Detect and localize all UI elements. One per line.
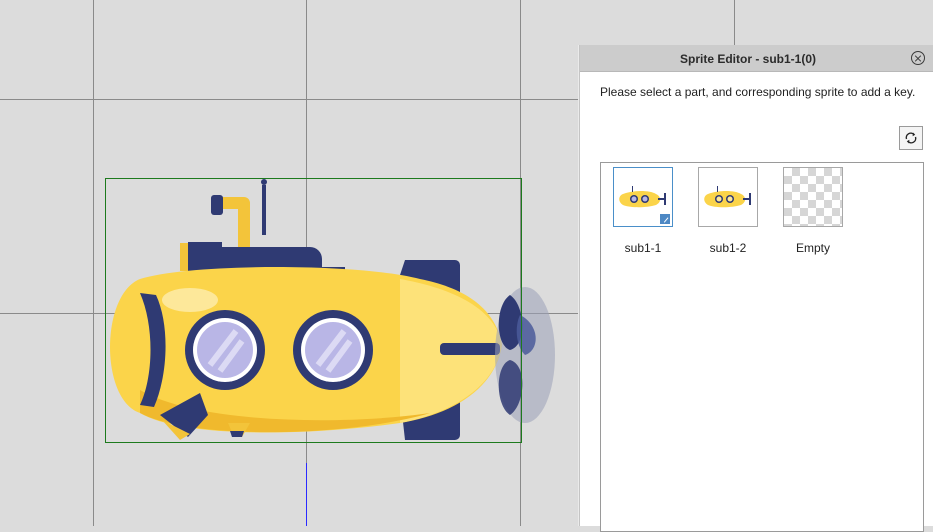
- refresh-icon: [905, 132, 917, 144]
- edit-icon: [659, 213, 671, 225]
- pivot-marker: [306, 463, 307, 526]
- sprite-editor-panel: Sprite Editor - sub1-1(0) Please select …: [579, 45, 933, 532]
- panel-title: Sprite Editor - sub1-1(0): [679, 52, 816, 66]
- refresh-button[interactable]: [899, 126, 923, 150]
- sprite-thumbnail[interactable]: [698, 167, 758, 227]
- sprite-thumbnail[interactable]: [783, 167, 843, 227]
- sprite-list: sub1-1 sub1-2 Empty: [600, 162, 924, 532]
- grid-line: [93, 0, 94, 526]
- panel-titlebar[interactable]: Sprite Editor - sub1-1(0): [580, 45, 933, 72]
- sprite-label: sub1-2: [709, 241, 747, 255]
- instruction-text: Please select a part, and corresponding …: [600, 85, 916, 99]
- sprite-thumbnail[interactable]: [613, 167, 673, 227]
- close-icon[interactable]: [911, 51, 925, 65]
- sprite-label: Empty: [795, 241, 830, 255]
- selection-bounds: [105, 178, 522, 443]
- sprite-label: sub1-1: [624, 241, 662, 255]
- submarine-thumb-icon: [619, 186, 666, 208]
- submarine-thumb-icon: [704, 186, 751, 208]
